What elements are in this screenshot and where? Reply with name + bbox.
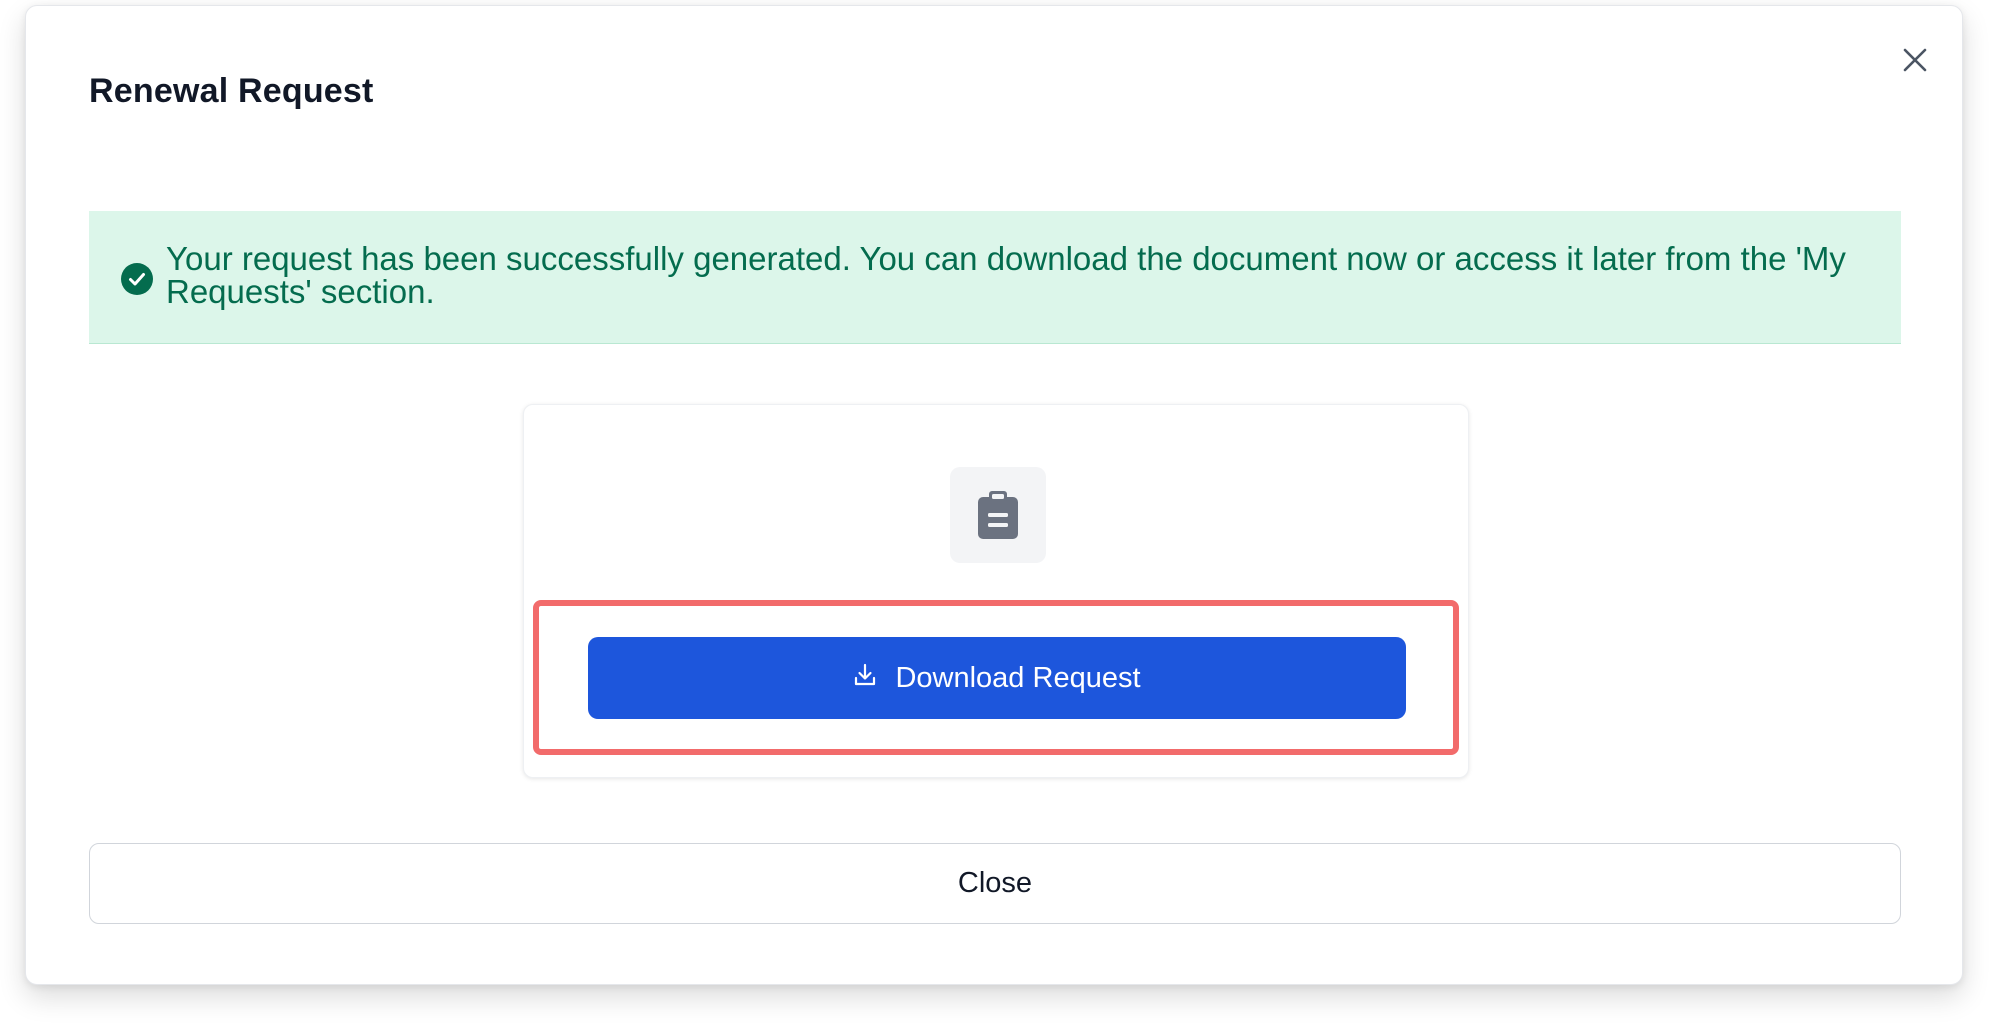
close-icon[interactable] <box>1895 40 1935 80</box>
download-button-label: Download Request <box>895 661 1141 694</box>
modal-title: Renewal Request <box>89 72 374 110</box>
clipboard-icon <box>950 467 1046 563</box>
download-request-button[interactable]: Download Request <box>588 637 1406 719</box>
check-circle-icon <box>121 263 153 295</box>
close-button[interactable]: Close <box>89 843 1901 924</box>
success-alert: Your request has been successfully gener… <box>89 211 1901 344</box>
alert-message: Your request has been successfully gener… <box>166 240 1846 310</box>
download-card: Download Request <box>523 404 1469 778</box>
download-icon <box>853 662 877 695</box>
renewal-request-modal: Renewal Request Your request has been su… <box>25 5 1963 985</box>
